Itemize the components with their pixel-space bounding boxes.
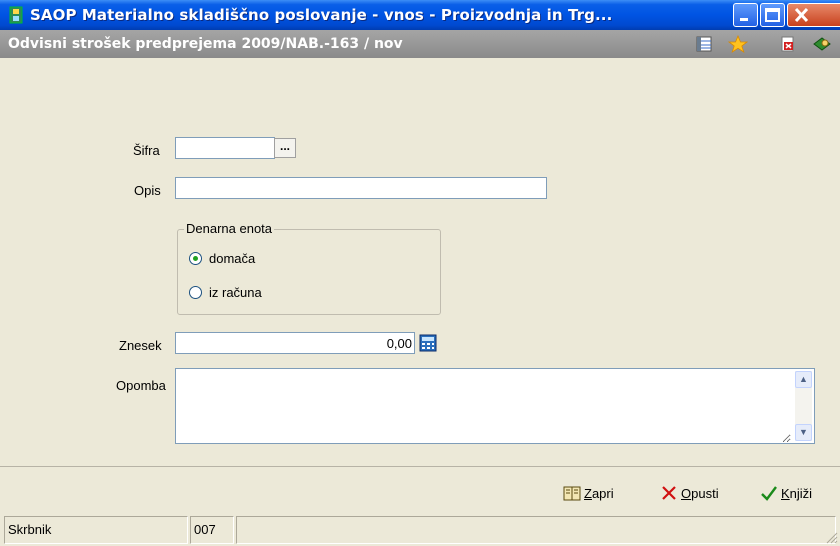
maximize-button[interactable]	[760, 3, 785, 27]
znesek-input[interactable]	[176, 333, 414, 353]
opis-label: Opis	[134, 183, 161, 198]
dialog-title: Odvisni strošek predprejema 2009/NAB.-16…	[8, 36, 403, 52]
scroll-up-icon[interactable]: ▲	[795, 371, 812, 388]
zapri-button[interactable]: Zapri	[563, 484, 614, 502]
zapri-accel: Z	[584, 485, 592, 501]
sifra-browse-button[interactable]: ...	[274, 138, 296, 158]
currency-group: Denarna enota domača iz računa	[177, 221, 441, 315]
currency-group-label: Denarna enota	[184, 221, 275, 236]
currency-option-iz-racuna[interactable]: iz računa	[189, 285, 262, 300]
app-icon	[8, 6, 24, 24]
sifra-field[interactable]	[175, 137, 275, 159]
calculator-icon[interactable]	[418, 334, 438, 352]
opomba-field[interactable]: ▲ ▼	[175, 368, 815, 444]
sifra-label: Šifra	[133, 143, 160, 158]
title-bar[interactable]: SAOP Materialno skladiščno poslovanje - …	[0, 0, 840, 30]
resize-grip-icon[interactable]	[824, 530, 838, 544]
close-doc-icon[interactable]	[778, 35, 798, 53]
status-code: 007	[190, 516, 234, 544]
knjizi-label: njiži	[789, 485, 813, 501]
opomba-scrollbar[interactable]: ▲ ▼	[795, 371, 812, 441]
close-button[interactable]	[787, 3, 840, 27]
opusti-label: pusti	[691, 485, 719, 501]
checkmark-icon	[760, 484, 778, 502]
status-user: Skrbnik	[4, 516, 188, 544]
window-title: SAOP Materialno skladiščno poslovanje - …	[30, 6, 613, 24]
star-icon[interactable]	[727, 34, 749, 53]
sifra-input[interactable]	[176, 138, 274, 158]
dialog-header: Odvisni strošek predprejema 2009/NAB.-16…	[0, 30, 840, 58]
opusti-accel: O	[681, 485, 692, 501]
zapri-label: apri	[591, 485, 614, 501]
znesek-label: Znesek	[119, 338, 162, 353]
status-bar: Skrbnik 007	[0, 516, 840, 546]
currency-option-label: iz računa	[209, 285, 262, 300]
radio-unselected[interactable]	[189, 286, 202, 299]
minimize-button[interactable]	[733, 3, 758, 27]
knjizi-accel: K	[781, 485, 790, 501]
opomba-label: Opomba	[116, 378, 166, 393]
currency-option-domaca[interactable]: domača	[189, 251, 255, 266]
exit-icon[interactable]	[812, 35, 832, 53]
status-extra	[236, 516, 836, 544]
currency-option-label: domača	[209, 251, 256, 266]
opis-field[interactable]	[175, 177, 547, 199]
opomba-textarea[interactable]	[176, 369, 791, 443]
cancel-x-icon	[660, 484, 678, 502]
grid-icon[interactable]	[694, 35, 714, 53]
znesek-field[interactable]	[175, 332, 415, 354]
scroll-down-icon[interactable]: ▼	[795, 424, 812, 441]
separator	[0, 466, 840, 467]
book-icon	[563, 484, 581, 502]
opis-input[interactable]	[176, 178, 546, 198]
radio-selected[interactable]	[189, 252, 202, 265]
knjizi-button[interactable]: Knjiži	[760, 484, 812, 502]
opusti-button[interactable]: Opusti	[660, 484, 719, 502]
